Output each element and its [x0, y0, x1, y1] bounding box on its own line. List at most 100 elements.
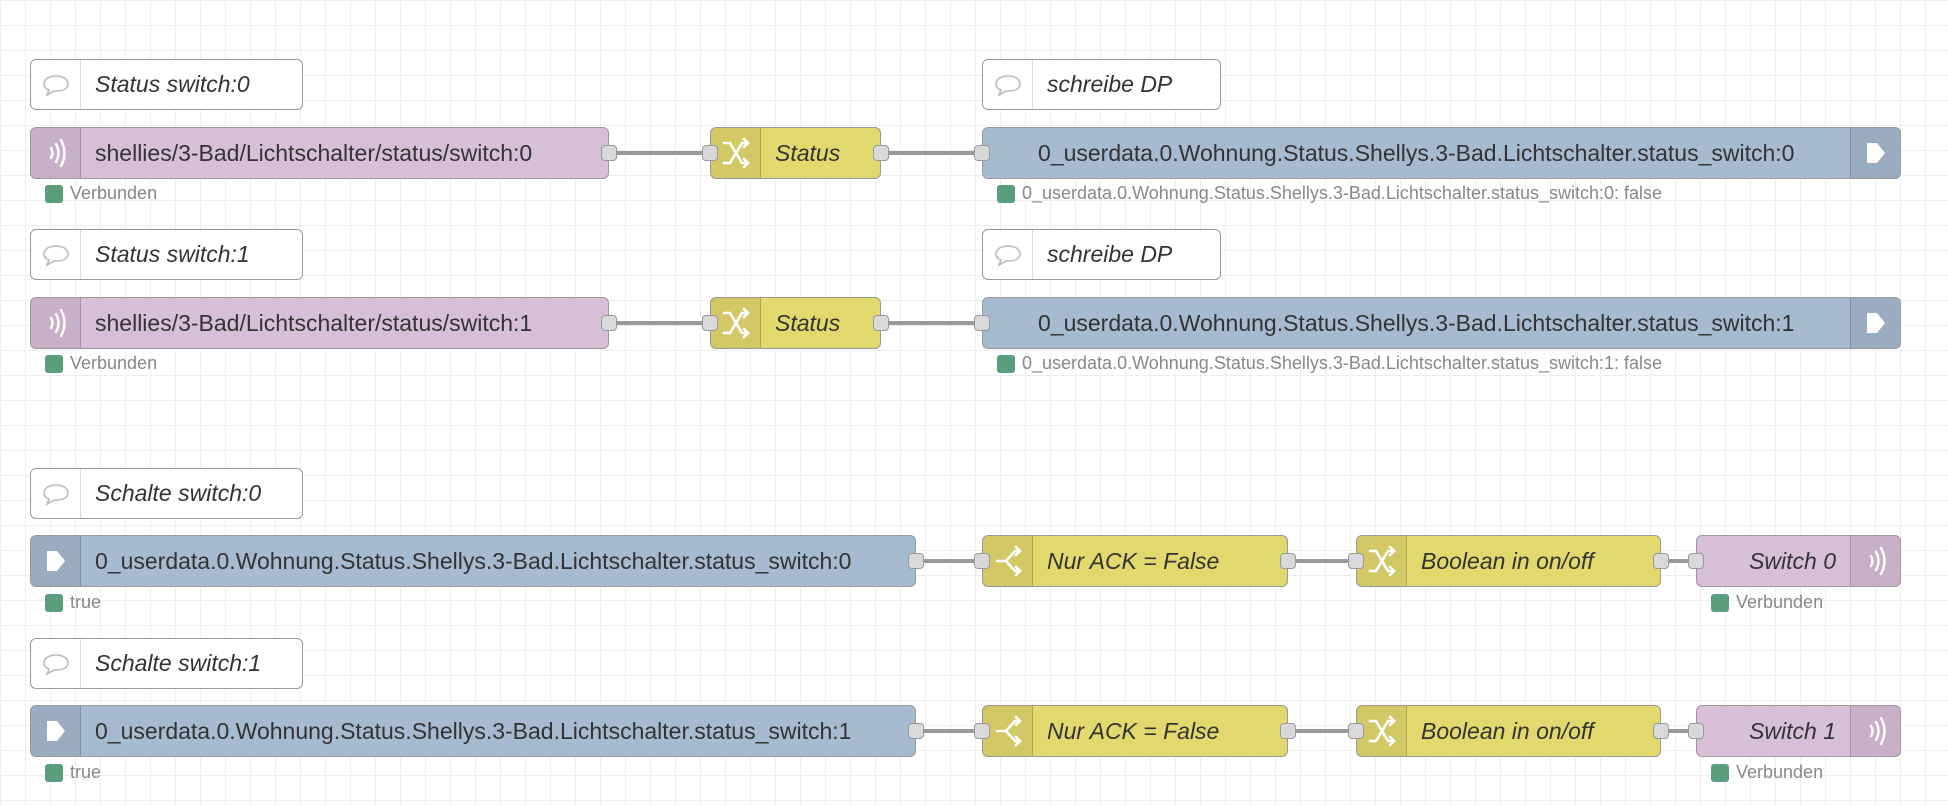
mqtt-out-label: Switch 0 — [1749, 547, 1836, 574]
comment-node-status-switch-0[interactable]: Status switch:0 — [30, 59, 303, 110]
status-text: Verbunden — [1736, 762, 1824, 782]
shuffle-icon — [711, 298, 761, 348]
mqtt-status: Verbunden — [1711, 592, 1823, 613]
iobroker-status: 0_userdata.0.Wohnung.Status.Shellys.3-Ba… — [997, 183, 1662, 204]
iobroker-in-node-switch-1[interactable]: 0_userdata.0.Wohnung.Status.Shellys.3-Ba… — [30, 705, 924, 757]
comment-node-schreibe-dp-0[interactable]: schreibe DP — [982, 59, 1221, 110]
iobroker-out-node-switch-1[interactable]: 0_userdata.0.Wohnung.Status.Shellys.3-Ba… — [974, 297, 1901, 349]
mqtt-topic-label: shellies/3-Bad/Lichtschalter/status/swit… — [95, 139, 533, 166]
mqtt-broadcast-icon — [31, 298, 81, 348]
comment-icon — [983, 60, 1033, 109]
input-port[interactable] — [974, 723, 990, 739]
switch-label: Nur ACK = False — [1047, 717, 1220, 744]
mqtt-out-node-switch-0[interactable]: Switch 0 — [1688, 535, 1901, 587]
mqtt-out-node-switch-1[interactable]: Switch 1 — [1688, 705, 1901, 757]
status-text: Verbunden — [1736, 592, 1824, 612]
comment-label: Schalte switch:0 — [95, 480, 262, 506]
comment-node-schalte-switch-0[interactable]: Schalte switch:0 — [30, 468, 303, 519]
output-port[interactable] — [1653, 723, 1669, 739]
iobroker-out-node-switch-0[interactable]: 0_userdata.0.Wohnung.Status.Shellys.3-Ba… — [974, 127, 1901, 179]
change-node-status-1[interactable]: Status — [702, 297, 889, 349]
input-port[interactable] — [974, 553, 990, 569]
iobroker-state-label: 0_userdata.0.Wohnung.Status.Shellys.3-Ba… — [95, 717, 852, 744]
status-indicator — [45, 593, 63, 612]
comment-icon — [31, 639, 81, 688]
status-indicator — [1711, 593, 1729, 612]
arrow-right-icon — [1850, 298, 1900, 348]
output-port[interactable] — [1653, 553, 1669, 569]
input-port[interactable] — [974, 315, 990, 331]
mqtt-status: Verbunden — [1711, 762, 1823, 783]
change-node-status-0[interactable]: Status — [702, 127, 889, 179]
input-port[interactable] — [1348, 553, 1364, 569]
shuffle-icon — [711, 128, 761, 178]
comment-label: schreibe DP — [1047, 71, 1173, 97]
iobroker-state-label: 0_userdata.0.Wohnung.Status.Shellys.3-Ba… — [1038, 139, 1795, 166]
iobroker-state-label: 0_userdata.0.Wohnung.Status.Shellys.3-Ba… — [95, 547, 852, 574]
change-label: Status — [775, 139, 841, 166]
output-port[interactable] — [873, 145, 889, 161]
output-port[interactable] — [601, 315, 617, 331]
output-port[interactable] — [908, 723, 924, 739]
output-port[interactable] — [1280, 723, 1296, 739]
switch-label: Nur ACK = False — [1047, 547, 1220, 574]
input-port[interactable] — [702, 145, 718, 161]
status-indicator — [997, 354, 1015, 373]
status-text: 0_userdata.0.Wohnung.Status.Shellys.3-Ba… — [1022, 353, 1663, 373]
output-port[interactable] — [873, 315, 889, 331]
input-port[interactable] — [1348, 723, 1364, 739]
mqtt-topic-label: shellies/3-Bad/Lichtschalter/status/swit… — [95, 309, 533, 336]
change-label: Boolean in on/off — [1421, 717, 1594, 744]
comment-node-schalte-switch-1[interactable]: Schalte switch:1 — [30, 638, 303, 689]
iobroker-in-node-switch-0[interactable]: 0_userdata.0.Wohnung.Status.Shellys.3-Ba… — [30, 535, 924, 587]
status-indicator — [45, 354, 63, 373]
change-label: Boolean in on/off — [1421, 547, 1594, 574]
input-port[interactable] — [1688, 723, 1704, 739]
comment-label: Status switch:1 — [95, 241, 250, 267]
status-indicator — [45, 184, 63, 203]
input-port[interactable] — [1688, 553, 1704, 569]
status-text: Verbunden — [70, 353, 158, 373]
iobroker-state-label: 0_userdata.0.Wohnung.Status.Shellys.3-Ba… — [1038, 309, 1795, 336]
input-port[interactable] — [974, 145, 990, 161]
change-node-boolean-0[interactable]: Boolean in on/off — [1348, 535, 1669, 587]
output-port[interactable] — [601, 145, 617, 161]
mqtt-status: Verbunden — [45, 183, 157, 204]
comment-icon — [31, 469, 81, 518]
iobroker-status: true — [45, 592, 101, 613]
change-label: Status — [775, 309, 841, 336]
output-port[interactable] — [908, 553, 924, 569]
switch-node-nur-ack-1[interactable]: Nur ACK = False — [974, 705, 1296, 757]
comment-label: schreibe DP — [1047, 241, 1173, 267]
mqtt-broadcast-icon — [1850, 706, 1900, 756]
status-indicator — [45, 763, 63, 782]
iobroker-status: 0_userdata.0.Wohnung.Status.Shellys.3-Ba… — [997, 353, 1662, 374]
comment-label: Status switch:0 — [95, 71, 250, 97]
comment-icon — [983, 230, 1033, 279]
shuffle-icon — [1357, 706, 1407, 756]
mqtt-status: Verbunden — [45, 353, 157, 374]
switch-node-nur-ack-0[interactable]: Nur ACK = False — [974, 535, 1296, 587]
mqtt-in-node-switch-0[interactable]: shellies/3-Bad/Lichtschalter/status/swit… — [30, 127, 617, 179]
arrow-right-icon — [1850, 128, 1900, 178]
status-text: true — [70, 592, 102, 612]
switch-fork-icon — [983, 706, 1033, 756]
mqtt-broadcast-icon — [31, 128, 81, 178]
comment-node-schreibe-dp-1[interactable]: schreibe DP — [982, 229, 1221, 280]
iobroker-status: true — [45, 762, 101, 783]
status-text: true — [70, 762, 102, 782]
input-port[interactable] — [702, 315, 718, 331]
switch-fork-icon — [983, 536, 1033, 586]
status-indicator — [997, 184, 1015, 203]
mqtt-broadcast-icon — [1850, 536, 1900, 586]
change-node-boolean-1[interactable]: Boolean in on/off — [1348, 705, 1669, 757]
shuffle-icon — [1357, 536, 1407, 586]
output-port[interactable] — [1280, 553, 1296, 569]
comment-icon — [31, 60, 81, 109]
status-text: Verbunden — [70, 183, 158, 203]
arrow-right-icon — [31, 536, 81, 586]
comment-node-status-switch-1[interactable]: Status switch:1 — [30, 229, 303, 280]
arrow-right-icon — [31, 706, 81, 756]
mqtt-out-label: Switch 1 — [1749, 717, 1836, 744]
mqtt-in-node-switch-1[interactable]: shellies/3-Bad/Lichtschalter/status/swit… — [30, 297, 617, 349]
